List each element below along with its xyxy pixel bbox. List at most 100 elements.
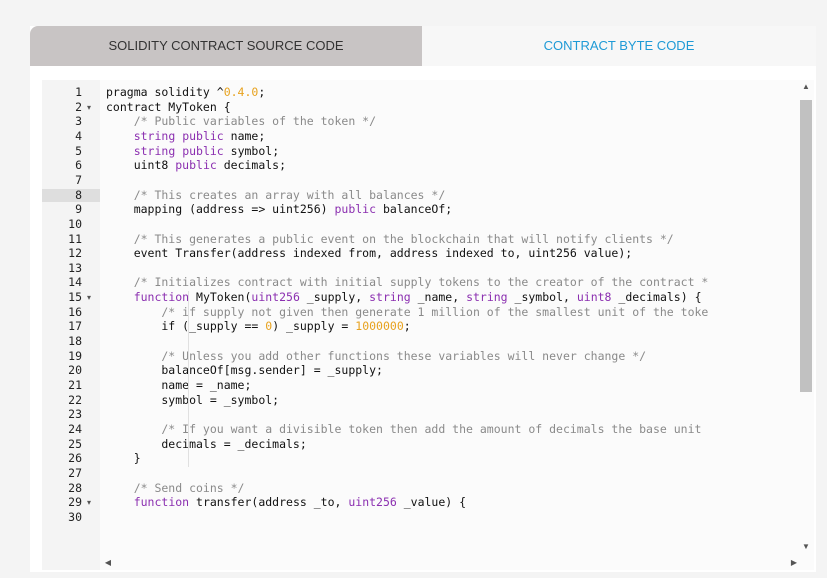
line-number: 28 — [68, 480, 82, 495]
code-token: /* Initializes contract with initial sup… — [106, 275, 709, 290]
line-number: 30 — [68, 509, 82, 524]
line-number: 20 — [68, 363, 82, 378]
fold-arrow-icon[interactable]: ▾ — [84, 496, 94, 509]
code-line: /* This generates a public event on the … — [106, 231, 674, 246]
line-number: 8 — [42, 188, 100, 202]
line-number: 24 — [68, 421, 82, 436]
code-line: /* Public variables of the token */ — [106, 115, 376, 128]
code-line: if (_supply == 0) _supply = 1000000; — [106, 319, 411, 334]
fold-arrow-icon[interactable]: ▾ — [84, 101, 94, 114]
code-token: /* Public variables of the token */ — [106, 114, 377, 129]
line-number: 7 — [75, 172, 82, 187]
code-line: mapping (address => uint256) public bala… — [106, 202, 453, 217]
fold-arrow-icon[interactable]: ▾ — [84, 291, 94, 304]
code-token: event Transfer(address indexed from, add… — [106, 246, 633, 261]
code-token: ; — [403, 319, 411, 334]
line-number: 23 — [68, 407, 82, 422]
line-number: 5 — [75, 143, 82, 158]
line-number: 18 — [68, 334, 82, 349]
line-number: 26 — [68, 451, 82, 466]
line-number: 11 — [68, 231, 82, 246]
scroll-down-arrow-icon[interactable]: ▼ — [798, 542, 814, 551]
code-line: function transfer(address _to, uint256 _… — [106, 496, 466, 509]
code-line: name = _name; — [106, 379, 251, 392]
line-number: 22 — [68, 392, 82, 407]
code-token: 0.4.0 — [223, 85, 259, 99]
code-line: contract MyToken { — [106, 99, 231, 114]
code-token: 1000000 — [355, 319, 404, 334]
line-number: 15 — [68, 290, 82, 305]
code-token: /* If you want a divisible token then ad… — [106, 421, 702, 436]
line-number: 27 — [68, 465, 82, 480]
scroll-right-arrow-icon[interactable]: ▶ — [786, 558, 802, 567]
tab-byte-code[interactable]: CONTRACT BYTE CODE — [422, 26, 816, 66]
code-token: /* This creates an array with all balanc… — [106, 187, 446, 202]
line-number: 29 — [68, 495, 82, 510]
code-token: /* Unless you add other functions these … — [106, 348, 647, 363]
code-token: /* Send coins */ — [106, 480, 245, 495]
code-token: uint8 — [106, 158, 176, 173]
line-number-gutter: 1 2 ▾ 3 4 5 6 7 8 9 10 11 12 13 14 15 ▾ 16 17 18 19 20 21 22 23 2… — [42, 80, 100, 570]
line-number: 17 — [68, 319, 82, 334]
code-token: name; — [223, 128, 266, 143]
code-line: /* This creates an array with all balanc… — [106, 187, 446, 202]
code-token: pragma solidity ^ — [106, 85, 224, 99]
code-editor[interactable]: 1 2 ▾ 3 4 5 6 7 8 9 10 11 12 13 14 15 ▾ 16 17 18 19 20 21 22 23 2… — [42, 80, 814, 570]
scroll-up-arrow-icon[interactable]: ▲ — [798, 82, 814, 91]
line-number: 21 — [68, 378, 82, 392]
code-line: uint8 public decimals; — [106, 159, 286, 172]
code-token: function MyToken(uint256 _supply, string… — [133, 290, 702, 305]
code-token: decimals = _decimals; — [106, 436, 307, 451]
code-token: string public — [133, 143, 224, 158]
code-line: pragma solidity ^0.4.0; — [106, 86, 265, 99]
code-token: ; — [258, 85, 266, 99]
indent-guide — [188, 291, 189, 467]
line-number: 1 — [75, 85, 82, 99]
tab-source-code[interactable]: SOLIDITY CONTRACT SOURCE CODE — [30, 26, 422, 66]
line-number: 6 — [75, 158, 82, 173]
code-token: if (_supply == — [106, 319, 266, 334]
code-token: string public — [133, 128, 224, 143]
code-token: public — [175, 158, 217, 173]
code-line: /* Send coins */ — [106, 480, 245, 495]
code-line: balanceOf[msg.sender] = _supply; — [106, 364, 383, 377]
code-token: /* This generates a public event on the … — [106, 231, 674, 246]
horizontal-scrollbar[interactable]: ◀ ▶ — [100, 556, 798, 570]
code-token: contract MyToken { — [106, 99, 231, 114]
contract-panel: SOLIDITY CONTRACT SOURCE CODE CONTRACT B… — [30, 26, 816, 572]
code-token: symbol; — [223, 143, 280, 158]
code-line: /* Initializes contract with initial sup… — [106, 275, 709, 290]
code-token: symbol = _symbol; — [106, 392, 280, 407]
vertical-scrollbar[interactable]: ▲ ▼ — [798, 80, 814, 556]
code-line: symbol = _symbol; — [106, 392, 280, 407]
scroll-left-arrow-icon[interactable]: ◀ — [100, 558, 116, 567]
line-number: 4 — [75, 128, 82, 143]
code-line: function MyToken(uint256 _supply, string… — [106, 291, 702, 304]
line-number: 14 — [68, 275, 82, 290]
code-line: /* Unless you add other functions these … — [106, 348, 647, 363]
line-number: 9 — [75, 202, 82, 217]
code-token: mapping (address => uint256) — [106, 202, 335, 217]
line-number: 16 — [68, 304, 82, 319]
line-number: 10 — [68, 216, 82, 231]
vertical-scroll-thumb[interactable] — [800, 100, 812, 392]
code-token: ) _supply = — [272, 319, 356, 334]
code-token: decimals; — [216, 158, 287, 173]
line-number: 25 — [68, 436, 82, 451]
code-line: } — [106, 452, 141, 465]
code-line: string public symbol; — [106, 143, 280, 158]
code-token: balanceOf[msg.sender] = _supply; — [106, 363, 383, 378]
code-line: decimals = _decimals; — [106, 436, 307, 451]
line-number: 13 — [68, 260, 82, 275]
code-line: /* if supply not given then generate 1 m… — [106, 305, 708, 319]
code-token: } — [106, 451, 141, 466]
code-token: balanceOf; — [376, 202, 453, 217]
code-line: /* If you want a divisible token then ad… — [106, 421, 702, 436]
code-area[interactable]: pragma solidity ^0.4.0; contract MyToken … — [100, 80, 800, 570]
line-number: 19 — [68, 348, 82, 363]
tab-bar: SOLIDITY CONTRACT SOURCE CODE CONTRACT B… — [30, 26, 816, 66]
code-token: public — [334, 202, 377, 217]
code-line: string public name; — [106, 128, 266, 143]
